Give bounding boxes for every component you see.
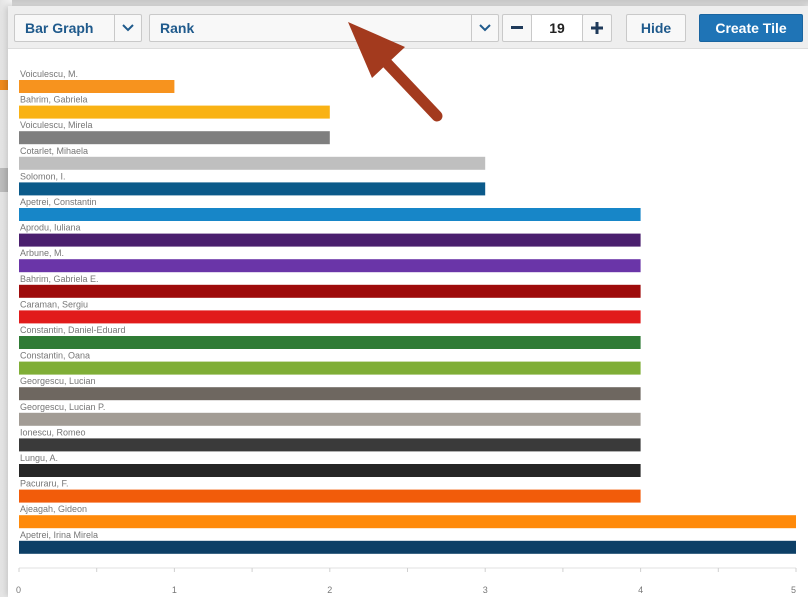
bars-layer: Voiculescu, M. Bahrim, Gabriela Voiculescu… (19, 69, 796, 554)
bar-label: Aprodu, Iuliana (20, 223, 81, 233)
bar-label: Bahrim, Gabriela (20, 95, 88, 105)
x-tick-label: 3 (483, 585, 488, 595)
bar[interactable] (19, 361, 641, 375)
x-tick-label: 2 (327, 585, 332, 595)
bar-label: Arbune, M. (20, 248, 64, 258)
bar[interactable] (19, 80, 175, 93)
bar[interactable] (19, 284, 641, 298)
bar-label: Constantin, Daniel-Eduard (20, 325, 126, 335)
bar-label: Caraman, Sergiu (20, 299, 88, 309)
bar[interactable] (19, 131, 330, 145)
bar-label: Cotarlet, Mihaela (20, 146, 88, 156)
bar-label: Solomon, I. (20, 171, 66, 181)
bar[interactable] (19, 310, 641, 324)
bar-label: Lungu, A. (20, 453, 58, 463)
x-tick-label: 4 (638, 585, 643, 595)
bar[interactable] (19, 105, 330, 119)
bar-label: Apetrei, Irina Mirela (20, 530, 98, 540)
bar[interactable] (19, 156, 486, 170)
bar-label: Constantin, Oana (20, 351, 90, 361)
bar-label: Voiculescu, M. (20, 69, 78, 79)
bar-label: Georgescu, Lucian (20, 376, 96, 386)
app-window: Bar Graph Rank 19 Hide Create Tile Voicu… (0, 0, 808, 597)
bar[interactable] (19, 489, 641, 503)
bar-label: Bahrim, Gabriela E. (20, 274, 99, 284)
bar[interactable] (19, 412, 641, 426)
bar[interactable] (19, 182, 486, 196)
bar[interactable] (19, 464, 641, 477)
bar-chart: Voiculescu, M. Bahrim, Gabriela Voiculescu… (16, 22, 797, 595)
x-tick-label: 5 (791, 585, 796, 595)
bar[interactable] (19, 208, 641, 221)
bar[interactable] (19, 233, 641, 247)
bar[interactable] (19, 336, 641, 349)
bar[interactable] (19, 515, 796, 529)
bar[interactable] (19, 387, 641, 401)
arrow-annotation-icon (348, 22, 443, 122)
bar-label: Ajeagah, Gideon (20, 504, 87, 514)
bar[interactable] (19, 438, 641, 452)
bar-label: Ionescu, Romeo (20, 427, 86, 437)
bar[interactable] (19, 259, 641, 273)
x-axis: 0 1 2 3 4 5 (16, 567, 797, 595)
x-tick-label: 0 (16, 585, 21, 595)
bar-label: Voiculescu, Mirela (20, 120, 93, 130)
bar-label: Georgescu, Lucian P. (20, 402, 105, 412)
bar-label: Pacuraru, F. (20, 479, 69, 489)
x-tick-label: 1 (172, 585, 177, 595)
bar-label: Apetrei, Constantin (20, 197, 97, 207)
bar[interactable] (19, 540, 796, 554)
